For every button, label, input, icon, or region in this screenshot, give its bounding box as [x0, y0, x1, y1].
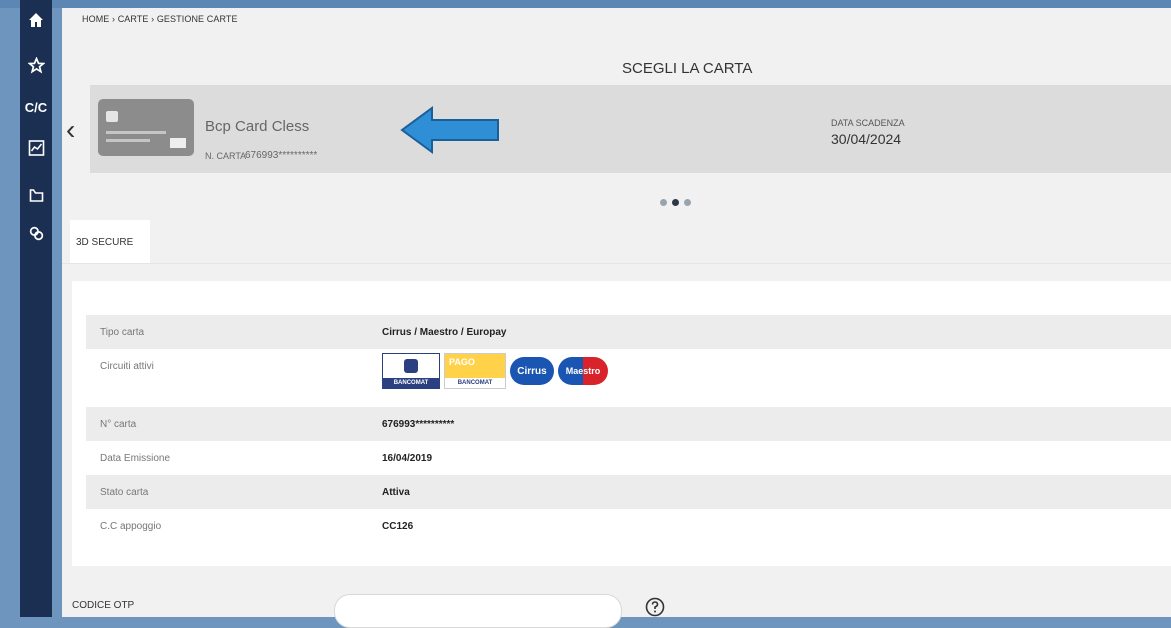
detail-value: CC126: [382, 521, 414, 532]
detail-value: 676993**********: [382, 419, 455, 430]
card-selector[interactable]: Bcp Card Cless N. CARTA 676993**********…: [90, 85, 1171, 173]
cirrus-logo: Cirrus: [510, 357, 554, 385]
pagobancomat-logo: PAGO BANCOMAT: [444, 353, 506, 389]
detail-row-account: C.C appoggio CC126: [86, 509, 1171, 543]
sidebar: C/C: [20, 0, 52, 617]
detail-row-status: Stato carta Attiva: [86, 475, 1171, 509]
main-content: HOME › CARTE › GESTIONE CARTE SCEGLI LA …: [62, 8, 1171, 628]
detail-label: Data Emissione: [100, 453, 171, 464]
card-number: 676993**********: [245, 150, 318, 161]
home-icon[interactable]: [20, 5, 52, 35]
detail-row-number: N° carta 676993**********: [86, 407, 1171, 441]
card-chip: [106, 111, 118, 122]
detail-row-type: Tipo carta Cirrus / Maestro / Europay: [86, 315, 1171, 349]
folder-icon[interactable]: [20, 180, 52, 210]
help-icon[interactable]: [645, 597, 665, 617]
current-account-button[interactable]: C/C: [20, 92, 52, 122]
detail-row-circuits: Circuiti attivi BANCOMAT PAGO BANCOMAT C…: [86, 349, 1171, 407]
carousel-dot-active[interactable]: [672, 199, 679, 206]
card-details-panel: Tipo carta Cirrus / Maestro / Europay Ci…: [72, 281, 1171, 566]
circuit-logos: BANCOMAT PAGO BANCOMAT Cirrus Maestro: [382, 353, 608, 389]
otp-label: CODICE OTP: [72, 600, 135, 611]
detail-label: N° carta: [100, 419, 137, 430]
window-top-border: [0, 0, 1171, 8]
page-title: SCEGLI LA CARTA: [622, 60, 753, 77]
maestro-logo: Maestro: [558, 357, 608, 385]
expiry-date: 30/04/2024: [831, 131, 902, 147]
breadcrumb[interactable]: HOME › CARTE › GESTIONE CARTE: [82, 14, 238, 24]
card-name: Bcp Card Cless: [205, 118, 310, 135]
bancomat-logo: BANCOMAT: [382, 353, 440, 389]
tab-3d-secure[interactable]: 3D SECURE: [70, 220, 150, 264]
link-icon[interactable]: [20, 218, 52, 248]
detail-value: Attiva: [382, 487, 410, 498]
detail-label: Circuiti attivi: [100, 361, 154, 372]
star-icon[interactable]: [20, 50, 52, 80]
otp-input[interactable]: [334, 594, 622, 628]
arrow-left-icon: [400, 106, 499, 154]
detail-label: C.C appoggio: [100, 521, 162, 532]
detail-value: Cirrus / Maestro / Europay: [382, 327, 507, 338]
card-number-label: N. CARTA: [205, 151, 247, 161]
carousel-dot[interactable]: [660, 199, 667, 206]
expiry-label: DATA SCADENZA: [831, 118, 905, 128]
detail-value: 16/04/2019: [382, 453, 433, 464]
detail-row-issue-date: Data Emissione 16/04/2019: [86, 441, 1171, 475]
card-image: [98, 99, 194, 156]
chart-icon[interactable]: [20, 133, 52, 163]
carousel-prev-button[interactable]: ‹: [66, 116, 75, 144]
detail-label: Tipo carta: [100, 327, 145, 338]
carousel-dots[interactable]: [660, 199, 691, 206]
carousel-dot[interactable]: [684, 199, 691, 206]
detail-label: Stato carta: [100, 487, 149, 498]
